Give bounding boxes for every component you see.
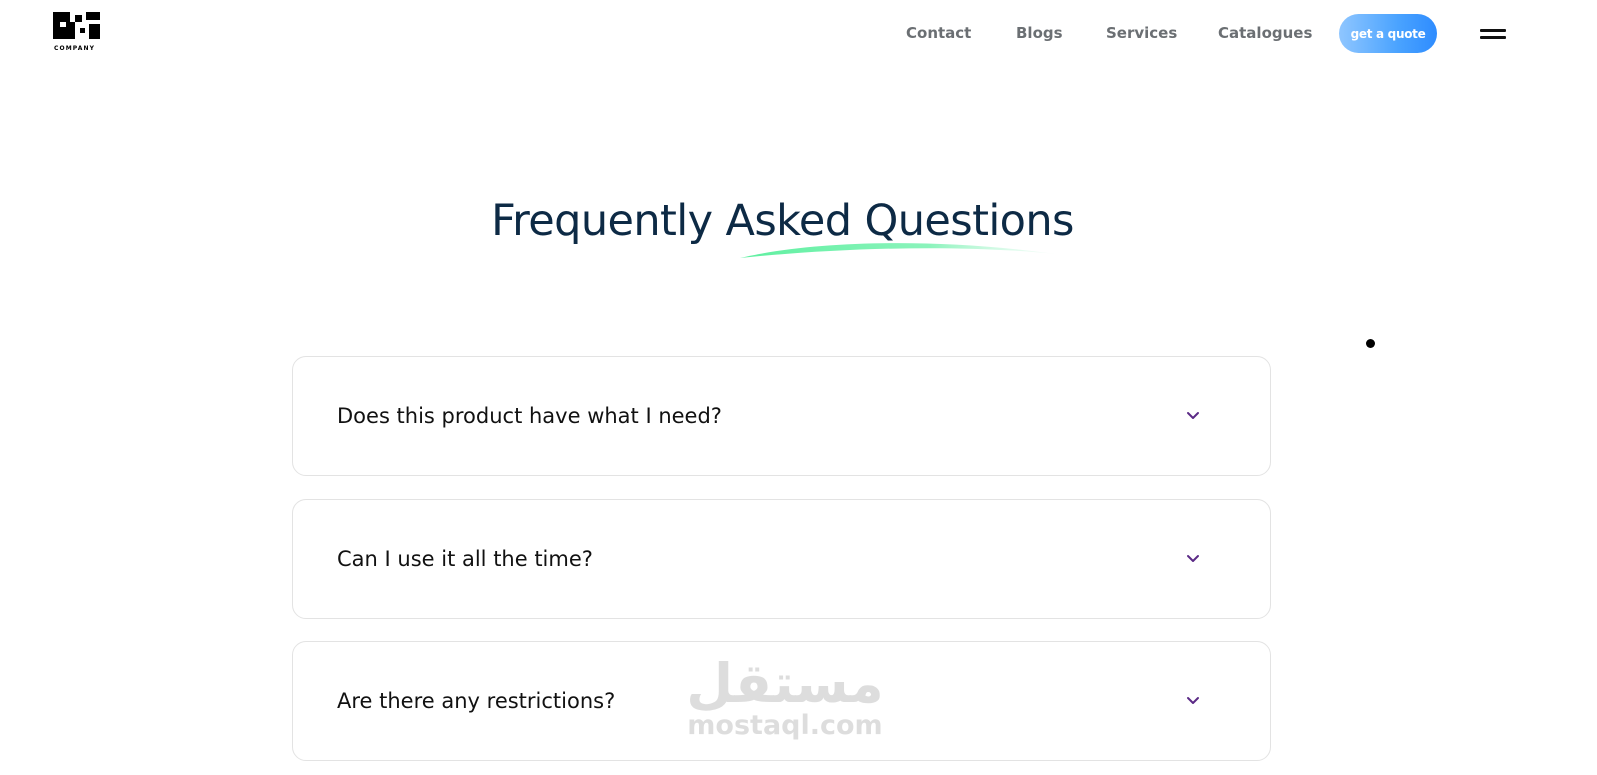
chevron-down-icon[interactable]: [1185, 694, 1201, 708]
faq-question: Are there any restrictions?: [337, 689, 616, 713]
chevron-down-icon[interactable]: [1185, 552, 1201, 566]
decorative-dot: [1366, 339, 1375, 348]
chevron-down-icon[interactable]: [1185, 409, 1201, 423]
menu-line: [1480, 29, 1506, 32]
nav-catalogues[interactable]: Catalogues: [1218, 24, 1312, 42]
faq-question: Does this product have what I need?: [337, 404, 722, 428]
nav-contact[interactable]: Contact: [906, 24, 971, 42]
site-header: COMPANY Contact Blogs Services Catalogue…: [0, 0, 1597, 70]
page: COMPANY Contact Blogs Services Catalogue…: [0, 0, 1597, 775]
hamburger-menu-icon[interactable]: [1478, 24, 1508, 44]
faq-question: Can I use it all the time?: [337, 547, 593, 571]
logo-text: COMPANY: [54, 45, 96, 52]
get-a-quote-button[interactable]: get a quote: [1339, 14, 1437, 53]
nav-services[interactable]: Services: [1106, 24, 1177, 42]
faq-item[interactable]: Does this product have what I need?: [292, 356, 1271, 476]
nav-blogs[interactable]: Blogs: [1016, 24, 1063, 42]
watermark-arabic: مستقل: [686, 652, 884, 715]
company-logo[interactable]: COMPANY: [53, 12, 105, 54]
menu-line: [1480, 36, 1506, 39]
logo-mark-icon: [53, 12, 100, 39]
watermark-url: mostaql.com: [687, 710, 883, 741]
title-underline-swoosh: [740, 243, 1056, 258]
watermark: مستقل mostaql.com: [680, 652, 890, 748]
faq-item[interactable]: Can I use it all the time?: [292, 499, 1271, 619]
